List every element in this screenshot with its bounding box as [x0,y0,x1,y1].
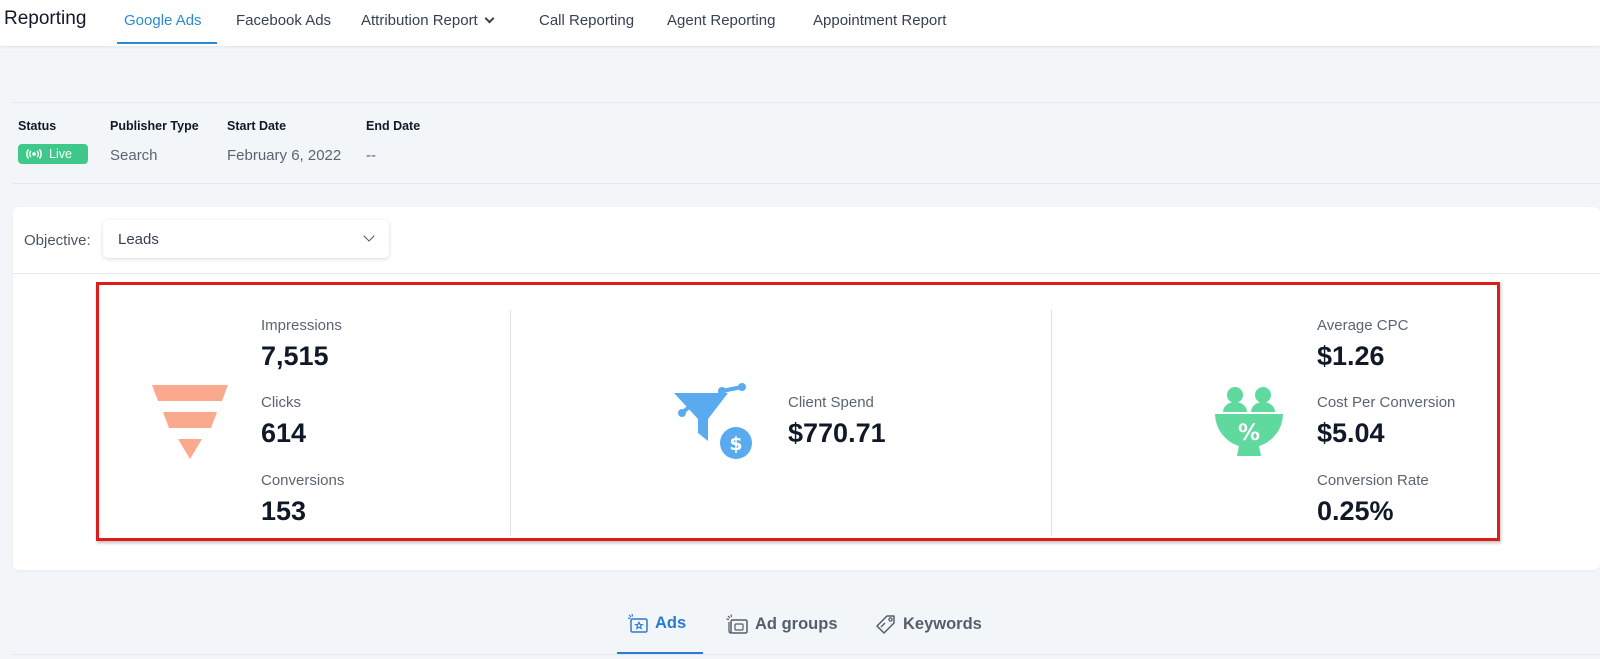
tab-ads-label: Ads [655,614,687,632]
status-badge: Live [18,144,88,164]
start-date-value: February 6, 2022 [227,147,342,164]
status-label: Status [18,119,57,133]
objective-select[interactable]: Leads [103,220,389,258]
broadcast-icon [26,149,42,159]
brand-title: Reporting [4,8,87,29]
tab-keywords[interactable]: Keywords [875,614,982,634]
tab-keywords-label: Keywords [903,614,982,633]
publisher-type-label: Publisher Type [110,119,199,133]
tab-ad-groups-label: Ad groups [755,614,838,633]
tab-ads[interactable]: Ads [628,614,686,633]
publisher-type-value: Search [110,147,158,164]
conversions-label: Conversions [261,472,345,489]
client-spend-value: $770.71 [788,418,886,448]
objective-select-value: Leads [118,231,159,248]
stat-divider [1051,310,1052,536]
average-cpc-value: $1.26 [1317,341,1385,371]
tab-facebook-ads[interactable]: Facebook Ads [236,12,331,29]
spend-funnel-icon: $ [674,383,752,459]
chevron-down-icon [363,230,375,242]
end-date-value: -- [366,147,376,164]
top-nav: Reporting Google Ads Facebook Ads Attrib… [0,0,1600,46]
cost-per-conversion-value: $5.04 [1317,418,1385,448]
conversion-rate-value: 0.25% [1317,496,1394,526]
tab-ad-groups[interactable]: Ad groups [726,614,838,634]
stat-divider [510,310,511,536]
start-date-label: Start Date [227,119,287,133]
tag-icon [876,615,895,634]
tab-agent-reporting[interactable]: Agent Reporting [667,12,775,29]
card-divider [13,273,1600,274]
divider [12,102,1600,103]
tab-google-ads[interactable]: Google Ads [124,12,202,29]
tab-appointment-report[interactable]: Appointment Report [813,12,946,29]
conversions-value: 153 [261,496,307,526]
average-cpc-label: Average CPC [1317,317,1409,334]
client-spend-label: Client Spend [788,394,874,411]
divider [12,654,1600,655]
active-tab-underline [117,42,217,44]
impressions-label: Impressions [261,317,342,334]
cost-per-conversion-label: Cost Per Conversion [1317,394,1456,411]
funnel-icon [152,385,228,459]
tab-attribution-report-label: Attribution Report [361,12,478,29]
svg-text:%: % [1238,421,1260,446]
divider [12,183,1600,184]
tab-call-reporting[interactable]: Call Reporting [539,12,634,29]
conversion-rate-label: Conversion Rate [1317,472,1429,489]
clicks-value: 614 [261,418,307,448]
end-date-label: End Date [366,119,421,133]
chevron-down-icon [484,13,495,24]
ad-groups-icon [726,614,748,634]
tab-attribution-report[interactable]: Attribution Report [361,12,495,29]
percent-bowl-icon: % [1215,387,1283,456]
svg-text:$: $ [729,433,742,455]
status-value: Live [49,147,72,161]
ad-icon [628,614,648,633]
clicks-label: Clicks [261,394,301,411]
impressions-value: 7,515 [261,341,329,371]
objective-label: Objective: [24,232,91,249]
